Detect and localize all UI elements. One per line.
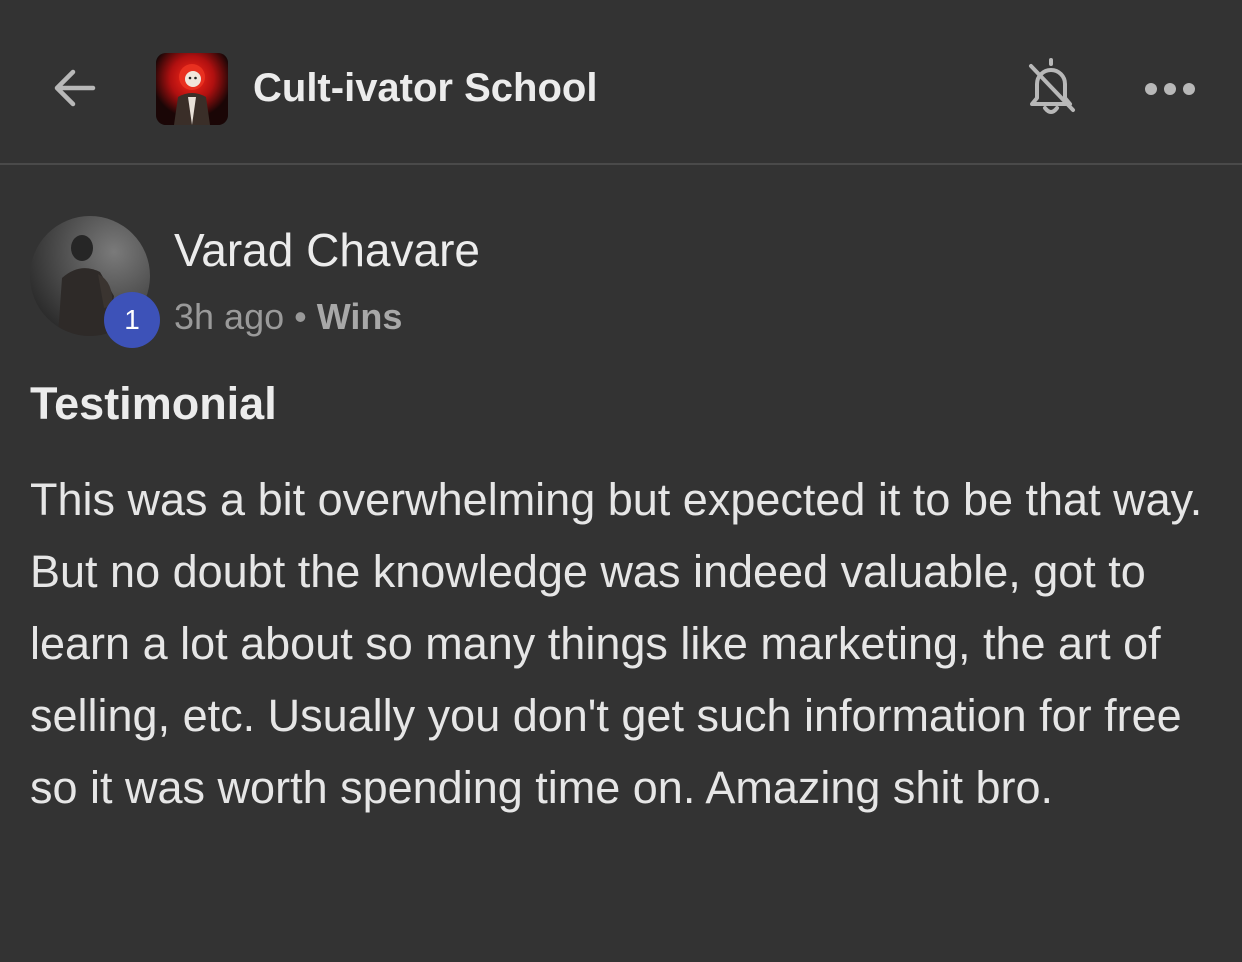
post-time: 3h ago — [174, 296, 285, 337]
post-title: Testimonial — [30, 378, 277, 429]
more-horizontal-icon — [1145, 83, 1195, 95]
bell-off-icon — [1029, 58, 1075, 114]
group-logo[interactable] — [156, 53, 228, 125]
post-meta: 3h ago • Wins — [174, 292, 402, 342]
author-name[interactable]: Varad Chavare — [174, 222, 480, 278]
meta-separator: • — [294, 296, 307, 337]
author-avatar-container: 1 — [30, 216, 160, 348]
group-logo-image — [156, 53, 228, 125]
arrow-left-icon — [54, 69, 96, 107]
more-options-button[interactable] — [1138, 64, 1202, 114]
notifications-button[interactable] — [1020, 54, 1082, 120]
post-category[interactable]: Wins — [317, 296, 403, 337]
app-header: Cult-ivator School — [0, 0, 1242, 165]
level-badge: 1 — [104, 292, 160, 348]
group-name[interactable]: Cult-ivator School — [253, 60, 597, 116]
back-button[interactable] — [44, 58, 104, 118]
post-body: This was a bit overwhelming but expected… — [30, 474, 1203, 813]
